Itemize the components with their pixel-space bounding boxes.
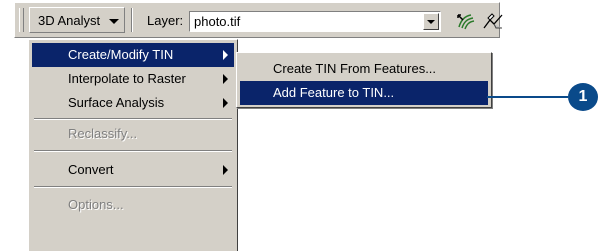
menu-item-label: Reclassify...	[68, 126, 138, 141]
menu-item-label: Options...	[68, 197, 124, 212]
3d-analyst-button-label: 3D Analyst	[38, 13, 101, 28]
menu-item-create-modify-tin[interactable]: Create/Modify TIN	[32, 43, 234, 67]
3d-analyst-toolbar: 3D Analyst Layer: photo.tif	[14, 2, 503, 38]
menu-item-interpolate-to-raster[interactable]: Interpolate to Raster	[32, 67, 234, 91]
menu-item-label: Convert	[68, 162, 114, 177]
submenu-item-label: Add Feature to TIN...	[273, 85, 395, 100]
submenu-item-add-feature-to-tin[interactable]: Add Feature to TIN...	[240, 81, 488, 105]
callout-leader-line	[487, 96, 568, 98]
submenu-arrow-icon	[223, 74, 228, 84]
layer-label: Layer:	[147, 13, 184, 28]
step-callout-badge: 1	[568, 83, 598, 111]
layer-select[interactable]: photo.tif	[189, 11, 441, 32]
menu-item-reclassify: Reclassify...	[32, 122, 234, 146]
toolbar-separator	[131, 8, 133, 32]
menu-item-label: Interpolate to Raster	[68, 71, 186, 86]
menu-item-convert[interactable]: Convert	[32, 158, 234, 182]
submenu-item-label: Create TIN From Features...	[273, 61, 437, 76]
chevron-down-icon	[427, 20, 435, 24]
submenu-arrow-icon	[223, 165, 228, 175]
toolbar-grip-handle[interactable]	[19, 8, 24, 32]
contour-tool-icon[interactable]	[456, 12, 476, 33]
create-modify-tin-submenu: Create TIN From Features... Add Feature …	[236, 52, 492, 108]
menu-item-label: Surface Analysis	[68, 95, 165, 110]
submenu-arrow-icon	[223, 98, 228, 108]
menu-item-label: Create/Modify TIN	[68, 47, 174, 62]
menu-separator	[34, 186, 232, 188]
layer-select-value: photo.tif	[194, 14, 241, 29]
menu-separator	[34, 118, 232, 120]
submenu-item-create-tin-from-features[interactable]: Create TIN From Features...	[240, 57, 488, 81]
layer-dropdown-button[interactable]	[423, 13, 439, 30]
3d-analyst-dropdown-menu: Create/Modify TIN Interpolate to Raster …	[28, 39, 238, 251]
menu-item-surface-analysis[interactable]: Surface Analysis	[32, 91, 234, 115]
menu-separator	[34, 150, 232, 152]
interpolate-line-tool-icon[interactable]	[482, 12, 504, 33]
dropdown-arrow-icon	[109, 19, 119, 24]
menu-item-options: Options...	[32, 193, 234, 217]
submenu-arrow-icon	[223, 50, 228, 60]
3d-analyst-menu-button[interactable]: 3D Analyst	[29, 7, 125, 33]
